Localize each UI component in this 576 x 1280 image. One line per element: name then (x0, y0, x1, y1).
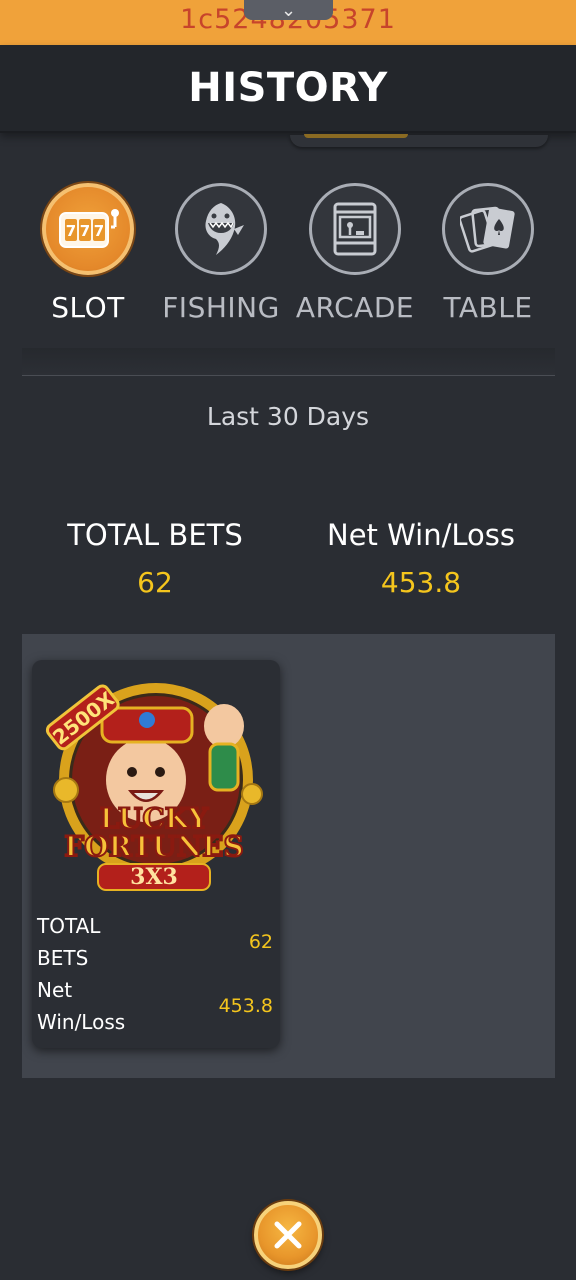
tab-arcade-label: ARCADE (295, 291, 415, 324)
page-title: HISTORY (188, 65, 388, 111)
game-total-bets-value: 62 (248, 931, 273, 953)
game-thumbnail: 2500X LUCKY FORTUNES 3X3 (45, 683, 263, 891)
total-bets-label: TOTAL BETS (67, 518, 243, 552)
tab-fishing-circle (175, 183, 267, 275)
tab-arcade[interactable]: ARCADE (288, 180, 422, 340)
tab-table[interactable]: TABLE (421, 180, 555, 340)
tab-slot-label: SLOT (51, 291, 125, 324)
game-total-bets-label: TOTAL BETS (37, 914, 101, 970)
top-status-bar: 1c5248205371 ⌄ (0, 0, 576, 45)
period-label: Last 30 Days (206, 402, 370, 431)
close-button[interactable] (254, 1201, 322, 1269)
game-card-stats: TOTAL BETS 62 Net Win/Loss 453.8 (37, 910, 273, 1038)
playing-cards-icon (460, 206, 515, 253)
art-title-line2: FORTUNES (64, 830, 243, 863)
total-bets-summary: TOTAL BETS 62 (11, 518, 299, 599)
tab-table-circle (442, 183, 534, 275)
category-tabs: 7 7 7 SLOT FISHING ARCADE TABLE (0, 180, 576, 340)
header-tab-pill (290, 134, 548, 147)
game-net-win-loss-value: 453.8 (218, 995, 273, 1017)
net-win-loss-label: Net Win/Loss (327, 518, 515, 552)
svg-text:7: 7 (66, 222, 76, 240)
page-header: HISTORY (0, 45, 576, 133)
tab-arcade-circle (309, 183, 401, 275)
game-net-win-loss-row: Net Win/Loss 453.8 (37, 974, 273, 1038)
svg-text:7: 7 (80, 222, 90, 240)
tab-table-label: TABLE (443, 291, 533, 324)
pull-down-tab[interactable]: ⌄ (244, 0, 333, 20)
close-icon (274, 1221, 302, 1249)
game-total-bets-row: TOTAL BETS 62 (37, 910, 273, 974)
tab-slot-circle: 7 7 7 (42, 183, 134, 275)
game-card[interactable]: 2500X LUCKY FORTUNES 3X3 TOTAL BETS 62 N… (32, 660, 280, 1048)
tabs-divider (22, 348, 555, 376)
game-list-panel: 2500X LUCKY FORTUNES 3X3 TOTAL BETS 62 N… (22, 634, 555, 1078)
net-win-loss-value: 453.8 (380, 566, 462, 599)
tab-fishing[interactable]: FISHING (154, 180, 288, 340)
tab-slot[interactable]: 7 7 7 SLOT (21, 180, 155, 340)
chevron-down-icon: ⌄ (280, 0, 297, 20)
arcade-cabinet-icon (333, 202, 377, 256)
svg-text:7: 7 (94, 222, 104, 240)
net-win-loss-summary: Net Win/Loss 453.8 (277, 518, 565, 599)
tab-fishing-label: FISHING (162, 291, 280, 324)
total-bets-value: 62 (137, 566, 173, 599)
slot-machine-icon: 7 7 7 (59, 209, 119, 248)
game-net-win-loss-label: Net Win/Loss (37, 978, 126, 1034)
art-title-line3: 3X3 (130, 864, 178, 890)
shark-icon (205, 203, 244, 255)
summary-totals: TOTAL BETS 62 Net Win/Loss 453.8 (0, 518, 576, 608)
